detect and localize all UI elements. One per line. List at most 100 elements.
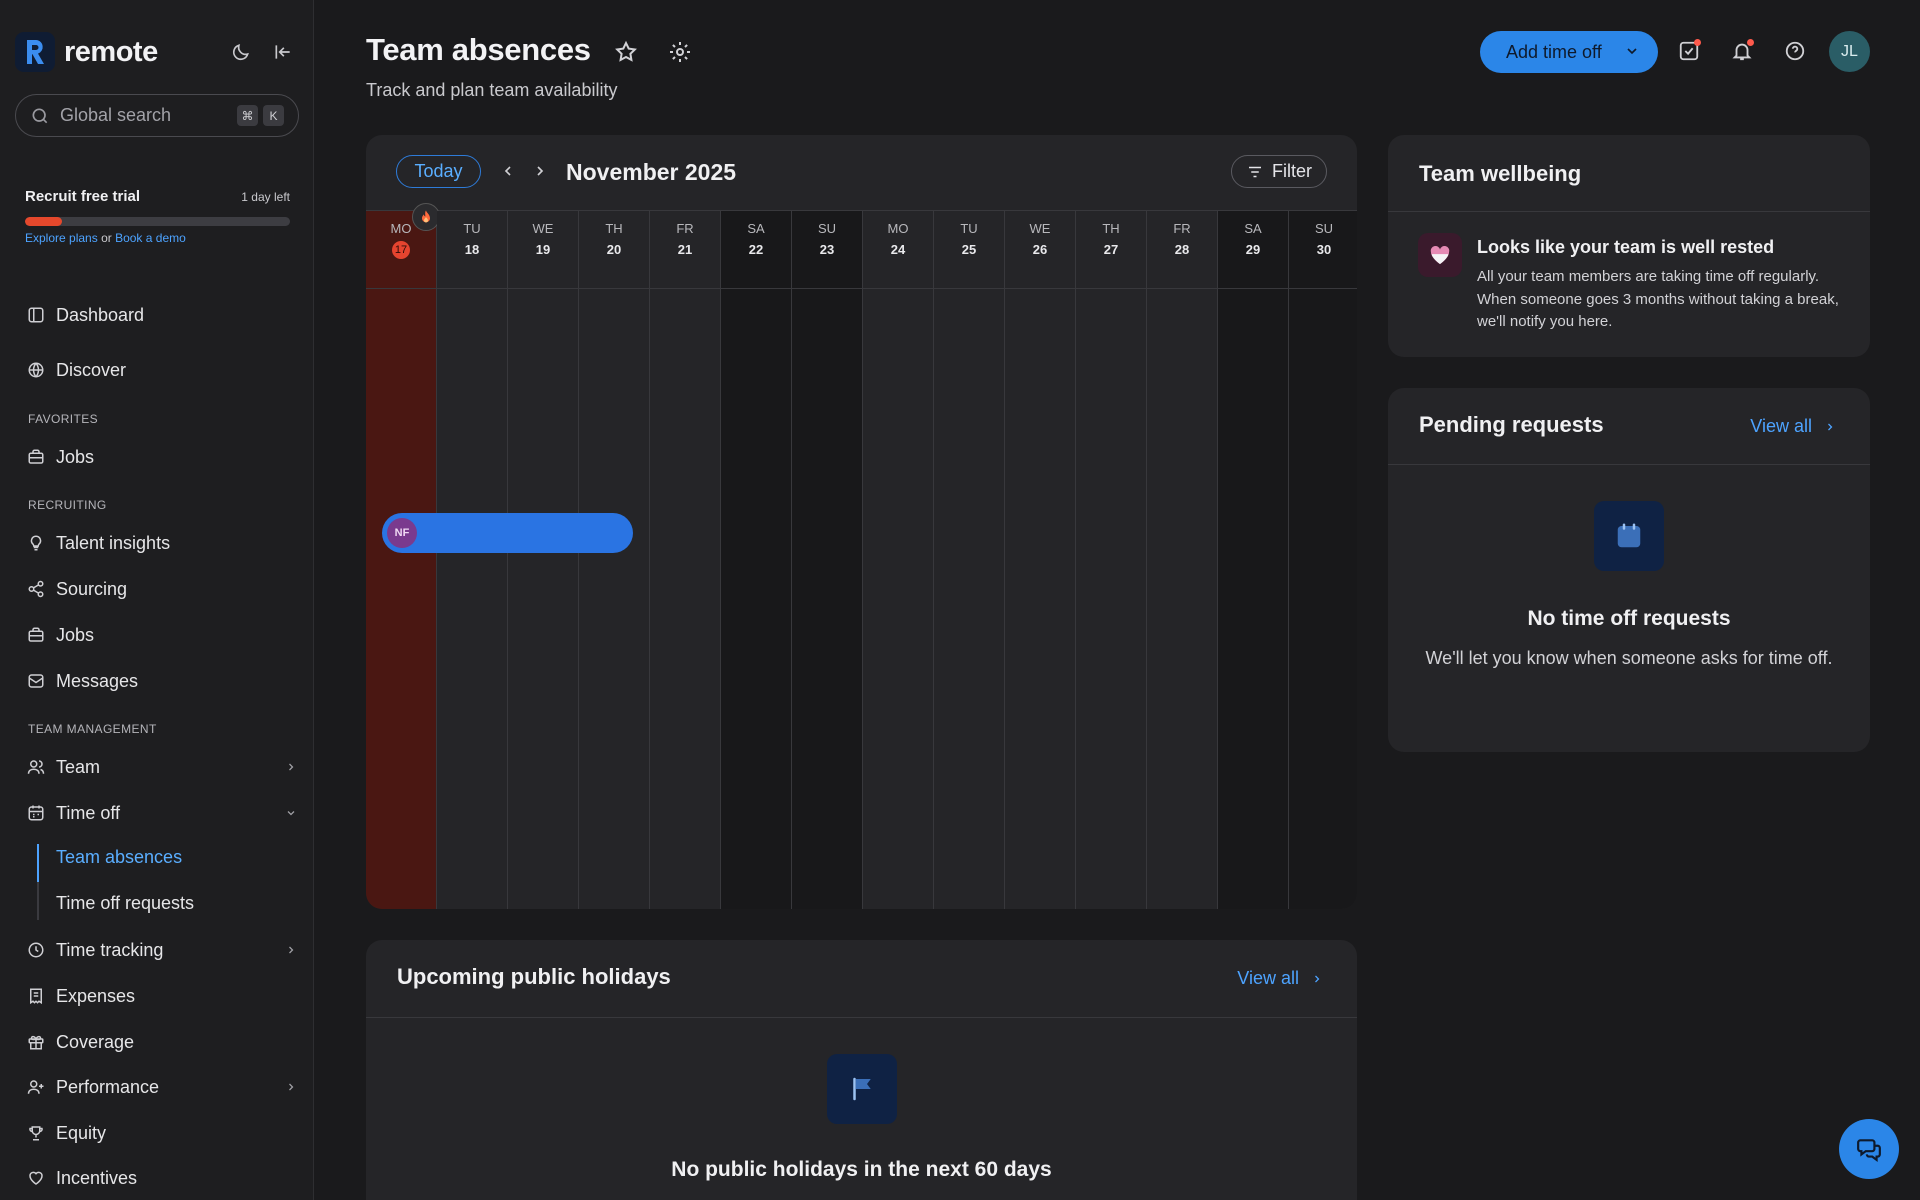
- clock-icon: [27, 941, 45, 959]
- calendar-day-column[interactable]: TH 20: [579, 211, 650, 909]
- sidebar-item-time-off[interactable]: Time off: [27, 800, 297, 826]
- calendar-day-header: TH 20: [579, 211, 649, 289]
- section-team-management: TEAM MANAGEMENT: [28, 722, 157, 736]
- calendar-day-column[interactable]: SU 30: [1289, 211, 1357, 909]
- logo-text[interactable]: remote: [64, 36, 158, 69]
- calendar-grid: MO 17 TU 18 WE 19 TH 20 FR 21 SA 22 SU 23 MO 24 TU 25 WE 26…: [366, 203, 1357, 909]
- day-of-week: TH: [1102, 221, 1120, 236]
- sidebar-item-discover[interactable]: Discover: [27, 357, 297, 383]
- explore-plans-link[interactable]: Explore plans: [25, 231, 98, 245]
- receipt-icon: [27, 987, 45, 1005]
- calendar-icon: [27, 804, 45, 822]
- chevron-right-icon: [285, 944, 297, 956]
- holidays-title: Upcoming public holidays: [397, 964, 671, 989]
- view-all-label: View all: [1237, 968, 1299, 988]
- sidebar-item-coverage[interactable]: Coverage: [27, 1029, 297, 1055]
- sidebar-item-label: Time tracking: [56, 939, 164, 960]
- day-of-week: MO: [887, 221, 909, 236]
- day-number: 22: [748, 242, 764, 257]
- absence-bar[interactable]: NF: [382, 513, 633, 553]
- sidebar-item-jobs[interactable]: Jobs: [27, 622, 297, 648]
- trial-or-text: or: [101, 231, 112, 245]
- chevron-right-icon[interactable]: [532, 162, 548, 180]
- pending-title: Pending requests: [1419, 412, 1604, 437]
- day-of-week: WE: [1029, 221, 1051, 236]
- day-number: 19: [535, 242, 551, 257]
- public-holidays-card: Upcoming public holidays View all No pub…: [366, 940, 1357, 1200]
- book-demo-link[interactable]: Book a demo: [115, 231, 186, 245]
- sidebar-item-label: Jobs: [56, 446, 95, 467]
- sidebar-item-incentives[interactable]: Incentives: [27, 1165, 297, 1191]
- holidays-empty-title: No public holidays in the next 60 days: [671, 1158, 1052, 1181]
- trial-title: Recruit free trial: [25, 188, 141, 205]
- calendar-day-column[interactable]: TU 25: [934, 211, 1005, 909]
- calendar-day-column[interactable]: FR 28: [1147, 211, 1218, 909]
- holidays-view-all-link[interactable]: View all: [1237, 968, 1323, 989]
- calendar-day-column[interactable]: WE 19: [508, 211, 579, 909]
- add-time-off-button[interactable]: Add time off: [1480, 31, 1658, 73]
- sidebar-item-time-tracking[interactable]: Time tracking: [27, 937, 297, 963]
- trophy-icon: [27, 1124, 45, 1142]
- filter-button[interactable]: Filter: [1231, 155, 1327, 188]
- sidebar-item-expenses[interactable]: Expenses: [27, 983, 297, 1009]
- user-avatar[interactable]: JL: [1829, 31, 1870, 72]
- day-number: 27: [1103, 242, 1119, 257]
- sidebar-item-talent-insights[interactable]: Talent insights: [27, 530, 297, 556]
- moon-icon[interactable]: [231, 42, 251, 62]
- star-icon[interactable]: [614, 40, 638, 64]
- chat-button[interactable]: [1839, 1119, 1899, 1179]
- calendar-day-column[interactable]: MO 17: [366, 203, 440, 909]
- calendar-month: November 2025: [566, 159, 737, 185]
- day-of-week: SU: [1314, 221, 1334, 236]
- calendar-day-column[interactable]: SA 22: [721, 211, 792, 909]
- calendar-day-column[interactable]: TU 18: [437, 211, 508, 909]
- sidebar-item-messages[interactable]: Messages: [27, 668, 297, 694]
- team-wellbeing-card: Team wellbeing Looks like your team is w…: [1388, 135, 1870, 357]
- heart-icon: [27, 1169, 45, 1187]
- add-time-off-label: Add time off: [1506, 41, 1602, 62]
- sidebar-item-sourcing[interactable]: Sourcing: [27, 576, 297, 602]
- pending-view-all-link[interactable]: View all: [1750, 416, 1836, 437]
- remote-logo-icon[interactable]: [15, 32, 55, 72]
- sidebar-item-team[interactable]: Team: [27, 754, 297, 780]
- global-search-input[interactable]: Global search ⌘ K: [15, 94, 299, 137]
- pending-empty-text: We'll let you know when someone asks for…: [1425, 648, 1833, 668]
- sidebar-item-label: Performance: [56, 1076, 160, 1097]
- calendar-day-column[interactable]: WE 26: [1005, 211, 1076, 909]
- bell-icon[interactable]: [1731, 39, 1754, 62]
- calendar-day-header: SU 23: [792, 211, 862, 289]
- section-favorites: FAVORITES: [28, 412, 99, 426]
- chevron-left-icon[interactable]: [500, 162, 516, 180]
- sidebar-item-performance[interactable]: Performance: [27, 1074, 297, 1100]
- sidebar-item-equity[interactable]: Equity: [27, 1120, 297, 1146]
- logo-row: remote: [15, 31, 299, 73]
- tasks-icon[interactable]: [1678, 39, 1701, 62]
- share-icon: [27, 580, 45, 598]
- calendar-day-column[interactable]: FR 21: [650, 211, 721, 909]
- today-button[interactable]: Today: [396, 155, 481, 188]
- collapse-sidebar-icon[interactable]: [273, 42, 293, 62]
- calendar-day-column[interactable]: SU 23: [792, 211, 863, 909]
- sidebar-item-label: Coverage: [56, 1031, 135, 1052]
- sidebar-subitem-time-off-requests[interactable]: Time off requests: [56, 893, 194, 914]
- day-number: 25: [961, 242, 977, 257]
- sidebar-subitem-team-absences[interactable]: Team absences: [56, 847, 182, 868]
- page-subtitle: Track and plan team availability: [366, 80, 618, 100]
- sidebar-item-label: Jobs: [56, 624, 95, 645]
- calendar-day-header: WE 26: [1005, 211, 1075, 289]
- calendar-day-header: FR 21: [650, 211, 720, 289]
- sidebar-item-label: Dashboard: [56, 304, 145, 325]
- gear-icon[interactable]: [668, 40, 692, 64]
- sidebar-item-favorite-jobs[interactable]: Jobs: [27, 444, 297, 470]
- trial-progress-fill: [25, 217, 63, 226]
- calendar-day-column[interactable]: MO 24: [863, 211, 934, 909]
- day-number: 20: [606, 242, 622, 257]
- calendar-day-header: SA 22: [721, 211, 791, 289]
- sidebar-item-dashboard[interactable]: Dashboard: [27, 302, 297, 328]
- calendar-day-header: MO 17: [366, 211, 436, 289]
- help-icon[interactable]: [1784, 40, 1806, 62]
- calendar-day-column[interactable]: SA 29: [1218, 211, 1289, 909]
- calendar-day-column[interactable]: TH 27: [1076, 211, 1147, 909]
- search-icon: [30, 106, 50, 126]
- filter-icon: [1246, 163, 1264, 181]
